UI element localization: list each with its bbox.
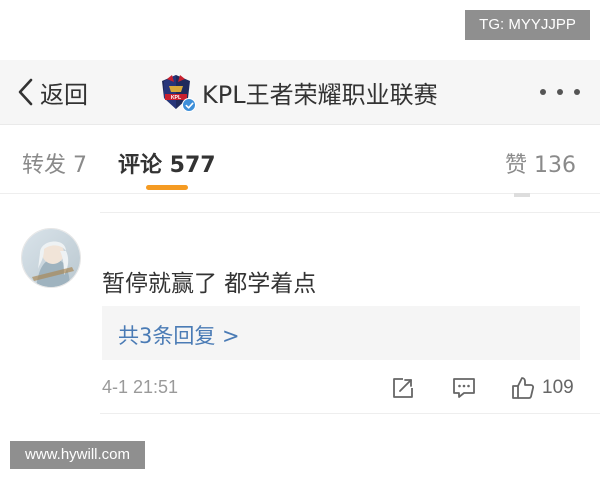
back-button[interactable]: 返回 — [16, 70, 88, 114]
active-tab-indicator — [146, 185, 188, 190]
more-dots-icon[interactable] — [540, 82, 580, 102]
tab-repost[interactable]: 转发 7 — [22, 147, 87, 179]
like-button[interactable]: 109 — [510, 374, 574, 402]
svg-text:KPL: KPL — [171, 95, 182, 101]
avatar[interactable] — [21, 228, 81, 288]
comment-icon — [453, 378, 475, 398]
tab-bar: 转发 7 评论 577 赞 136 — [0, 124, 600, 194]
tab-comment[interactable]: 评论 577 — [118, 147, 216, 179]
verified-badge-icon — [182, 98, 196, 112]
chevron-left-icon — [18, 78, 33, 106]
share-button[interactable] — [390, 374, 416, 402]
view-replies-link[interactable]: 共3条回复 > — [118, 320, 240, 350]
weibo-comment-page: TG: MYYJJPP 返回 KPL KPL王者荣耀职业联赛 转发 7 评论 5… — [0, 0, 600, 480]
replies-box[interactable]: 共3条回复 > — [102, 306, 580, 360]
nav-bar: 返回 KPL KPL王者荣耀职业联赛 — [0, 60, 600, 124]
thumbs-up-icon — [512, 377, 535, 399]
share-icon — [393, 378, 413, 398]
back-label: 返回 — [40, 80, 88, 109]
divider — [0, 193, 600, 194]
tab-like[interactable]: 赞 136 — [505, 147, 576, 179]
page-title: KPL王者荣耀职业联赛 — [202, 80, 438, 109]
comment-timestamp: 4-1 21:51 — [102, 377, 179, 397]
reply-button[interactable] — [451, 374, 477, 402]
nav-title-group[interactable]: KPL KPL王者荣耀职业联赛 — [158, 70, 438, 114]
like-count: 109 — [542, 377, 574, 398]
divider-accent — [514, 193, 530, 197]
comment-text: 暂停就赢了 都学着点 — [102, 271, 317, 297]
divider — [100, 212, 600, 213]
watermark-bottom: www.hywill.com — [10, 441, 145, 469]
kpl-logo-icon: KPL — [158, 72, 196, 112]
divider — [100, 413, 600, 414]
watermark-top: TG: MYYJJPP — [465, 10, 590, 40]
